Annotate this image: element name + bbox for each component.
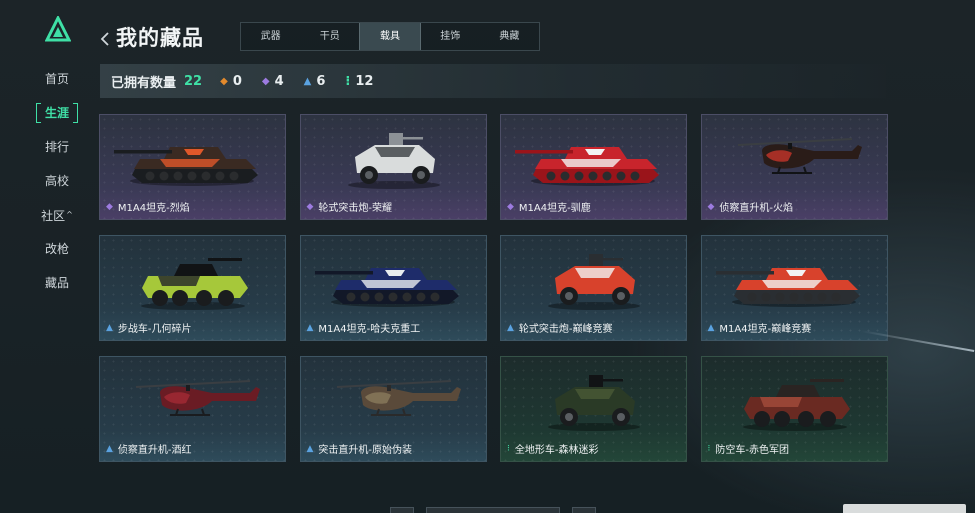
green-dots-icon: ⁝: [507, 443, 510, 454]
vehicle-card[interactable]: ◆ M1A4坦克-驯鹿: [500, 114, 687, 220]
vehicle-image: [100, 115, 285, 199]
blue-chevron-icon: ▲: [707, 322, 715, 333]
vehicle-image: [501, 357, 686, 441]
vehicle-card-label: ⁝ 防空车-赤色军团: [707, 443, 789, 457]
back-arrow-icon[interactable]: [98, 28, 112, 50]
vehicle-image: [301, 236, 486, 320]
vehicle-card[interactable]: ▲ 步战车-几何碎片: [99, 235, 286, 341]
tab-collector[interactable]: 典藏: [480, 23, 539, 50]
pager-next-button[interactable]: [572, 507, 596, 513]
sidebar-item-collection[interactable]: 藏品: [30, 266, 84, 300]
vehicle-image: [702, 115, 887, 199]
vehicle-card[interactable]: ▲ 轮式突击炮-巅峰竞赛: [500, 235, 687, 341]
vehicle-card-label: ▲ 步战车-几何碎片: [106, 322, 192, 336]
vehicle-image: [702, 357, 887, 441]
vehicle-card-label: ▲ M1A4坦克-巅峰竞赛: [707, 322, 812, 336]
sidebar-item-ranking[interactable]: 排行: [30, 130, 84, 164]
purple-diamond-icon: ◆: [261, 75, 270, 87]
tab-vehicles[interactable]: 载具: [359, 23, 421, 50]
vehicle-card[interactable]: ▲ 突击直升机-原始伪装: [299, 356, 487, 462]
blue-chevron-icon: ▲: [507, 322, 514, 333]
blue-chevron-icon: ▲: [306, 322, 314, 333]
vehicle-card[interactable]: ▲ M1A4坦克-哈夫克重工: [299, 235, 487, 341]
vehicle-card[interactable]: ▲ 侦察直升机-酒红: [99, 356, 286, 462]
green-dots-icon: ⁝: [707, 443, 711, 454]
vehicle-card-label: ◆ 侦察直升机-火焰: [707, 201, 794, 215]
vehicle-image: [301, 357, 486, 441]
sidebar-item-home[interactable]: 首页: [30, 62, 84, 96]
owned-label: 已拥有数量: [111, 75, 177, 91]
sidebar-item-gunsmith[interactable]: 改枪: [30, 232, 84, 266]
vehicle-card-label: ▲ 突击直升机-原始伪装: [306, 443, 413, 457]
purple-diamond-icon: ◆: [106, 201, 113, 212]
tab-weapons[interactable]: 武器: [241, 23, 300, 50]
ownership-stats-bar: 已拥有数量 22 ◆ 0 ◆ 4 ▲ 6 ⁝ 12: [100, 64, 886, 98]
rarity-stat-blue: ▲ 6: [303, 73, 326, 89]
selected-bracket-right: [73, 103, 78, 123]
rarity-stat-purple: ◆ 4: [261, 73, 284, 89]
sidebar-nav: 首页 生涯 排行 高校 社区^ 改枪 藏品: [30, 62, 84, 300]
tab-operators[interactable]: 干员: [300, 23, 359, 50]
blue-chevron-icon: ▲: [106, 322, 113, 333]
vehicle-image: [100, 236, 285, 320]
vehicle-card-label: ◆ M1A4坦克-驯鹿: [507, 201, 591, 215]
vehicle-card-label: ▲ 侦察直升机-酒红: [106, 443, 192, 457]
vehicle-image: [301, 115, 486, 199]
blue-chevron-icon: ▲: [106, 443, 113, 454]
selected-bracket-left: [36, 103, 41, 123]
sidebar-item-community[interactable]: 社区^: [30, 198, 84, 232]
vehicle-card-label: ▲ 轮式突击炮-巅峰竞赛: [507, 322, 613, 336]
vehicle-image: [100, 357, 285, 441]
vehicle-card-label: ◆ 轮式突击炮-荣耀: [306, 201, 393, 215]
vehicle-card[interactable]: ⁝ 防空车-赤色军团: [700, 356, 888, 462]
purple-diamond-icon: ◆: [306, 201, 314, 212]
pager-prev-button[interactable]: [390, 507, 414, 513]
vehicle-image: [702, 236, 887, 320]
vehicle-image: [501, 236, 686, 320]
rarity-stat-green: ⁝ 12: [345, 73, 374, 89]
purple-diamond-icon: ◆: [507, 201, 514, 212]
tab-charms[interactable]: 挂饰: [421, 23, 480, 50]
orange-diamond-icon: ◆: [220, 75, 228, 87]
page-title: 我的藏品: [116, 26, 204, 50]
light-streak-decoration: [860, 330, 975, 352]
vehicle-card-label: ◆ M1A4坦克-烈焰: [106, 201, 190, 215]
rarity-stat-orange: ◆ 0: [220, 73, 242, 89]
bottom-action-button[interactable]: [843, 504, 966, 513]
app-logo-icon: [45, 16, 71, 42]
owned-count: 22: [184, 73, 203, 89]
vehicle-card-label: ▲ M1A4坦克-哈夫克重工: [306, 322, 421, 336]
purple-diamond-icon: ◆: [707, 201, 715, 212]
sidebar-item-career[interactable]: 生涯: [30, 96, 84, 130]
green-dots-icon: ⁝: [345, 73, 351, 89]
blue-chevron-icon: ▲: [303, 75, 312, 87]
vehicle-image: [501, 115, 686, 199]
vehicle-card[interactable]: ◆ M1A4坦克-烈焰: [99, 114, 286, 220]
vehicle-card[interactable]: ◆ 轮式突击炮-荣耀: [299, 114, 487, 220]
pager-indicator: [426, 507, 560, 513]
blue-chevron-icon: ▲: [306, 443, 314, 454]
vehicle-card-label: ⁝ 全地形车-森林迷彩: [507, 443, 599, 457]
sidebar-item-college[interactable]: 高校: [30, 164, 84, 198]
category-tabs: 武器 干员 载具 挂饰 典藏: [240, 22, 540, 51]
vehicle-card[interactable]: ⁝ 全地形车-森林迷彩: [500, 356, 687, 462]
chevron-up-icon: ^: [66, 210, 73, 219]
vehicle-card[interactable]: ◆ 侦察直升机-火焰: [700, 114, 888, 220]
vehicle-card[interactable]: ▲ M1A4坦克-巅峰竞赛: [700, 235, 888, 341]
